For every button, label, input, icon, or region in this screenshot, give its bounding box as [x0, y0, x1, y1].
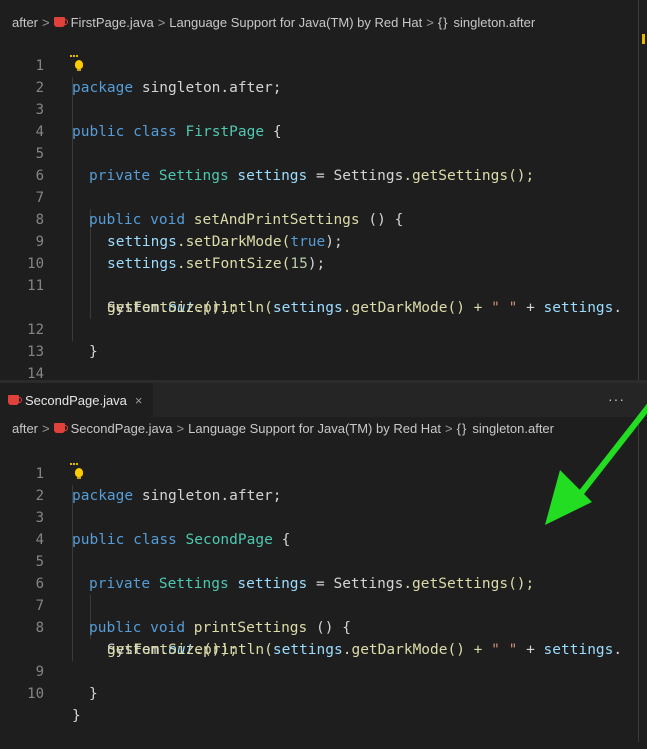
breadcrumb-file[interactable]: SecondPage.java	[71, 421, 173, 436]
code-line: 10	[0, 231, 647, 272]
code-line: 13	[0, 319, 647, 360]
code-line: 7 public void setAndPrintSettings () {	[0, 165, 647, 228]
lightbulb-icon[interactable]	[75, 468, 83, 479]
breadcrumb-separator: >	[42, 14, 50, 30]
close-icon[interactable]: ×	[135, 393, 143, 408]
tab-secondpage[interactable]: SecondPage.java ×	[0, 383, 153, 417]
code-line: 7 public void printSettings () {	[0, 573, 647, 636]
code-line: 8 System.out.println(settings.getDarkMod…	[0, 595, 647, 658]
code-line: 6	[0, 551, 647, 592]
line-number: 10	[27, 686, 44, 702]
editor-pane-firstpage: after > FirstPage.java > Language Suppor…	[0, 0, 647, 404]
code-line: 1 package singleton.after;	[0, 33, 647, 96]
code-line-wrap: getFontSize());	[0, 275, 647, 316]
breadcrumb-folder[interactable]: after	[12, 421, 38, 436]
breadcrumb-symbol[interactable]: singleton.after	[454, 15, 536, 30]
code-line: 4	[0, 507, 647, 548]
breadcrumb-separator: >	[176, 420, 185, 436]
namespace-brace-icon: {}	[456, 420, 468, 436]
breadcrumb-separator: >	[157, 14, 166, 30]
more-actions-icon[interactable]: ···	[608, 391, 625, 407]
code-editor[interactable]: 1 package singleton.after; 2 3 public cl…	[0, 33, 647, 404]
java-file-icon	[53, 423, 68, 433]
breadcrumb-separator: >	[426, 14, 434, 30]
warning-squiggle	[70, 460, 78, 465]
warning-squiggle	[70, 52, 78, 57]
scrollbar[interactable]	[638, 0, 639, 380]
code-line-wrap: getFontSize());	[0, 617, 647, 658]
code-line: 2	[0, 460, 647, 504]
tab-label: SecondPage.java	[25, 392, 127, 408]
breadcrumb: after > SecondPage.java > Language Suppo…	[0, 417, 647, 439]
code-line: 5 private Settings settings = Settings.g…	[0, 529, 647, 592]
brace: }	[72, 708, 81, 724]
scrollbar[interactable]	[638, 417, 639, 742]
code-line: 11 System.out.println(settings.getDarkMo…	[0, 253, 647, 316]
breadcrumb-folder[interactable]: after	[12, 15, 38, 30]
code-line: 5 private Settings settings = Settings.g…	[0, 121, 647, 184]
code-editor[interactable]: 1 package singleton.after; 2 3 public cl…	[0, 441, 647, 724]
code-line: 14 }	[0, 341, 647, 404]
tab-bar: SecondPage.java × ···	[0, 383, 647, 417]
editor-pane-secondpage: SecondPage.java × ··· after > SecondPage…	[0, 383, 647, 742]
code-line: 9 settings.setFontSize(15);	[0, 209, 647, 272]
breadcrumb-file[interactable]: FirstPage.java	[71, 15, 154, 30]
code-line: 3 public class SecondPage {	[0, 485, 647, 548]
code-line: 12 }	[0, 297, 647, 360]
breadcrumb-extension[interactable]: Language Support for Java(TM) by Red Hat	[188, 421, 441, 436]
scrollbar-warning-marker	[642, 34, 645, 44]
code-line: 3 public class FirstPage {	[0, 77, 647, 140]
breadcrumb-symbol[interactable]: singleton.after	[472, 421, 554, 436]
breadcrumb-separator: >	[42, 420, 50, 436]
code-line: 9 }	[0, 639, 647, 702]
lightbulb-icon[interactable]	[75, 60, 83, 71]
code-line: 8 settings.setDarkMode(true);	[0, 187, 647, 250]
code-line: 2	[0, 52, 647, 96]
breadcrumb-extension[interactable]: Language Support for Java(TM) by Red Hat	[169, 15, 422, 30]
breadcrumb: after > FirstPage.java > Language Suppor…	[0, 11, 647, 33]
namespace-brace-icon: {}	[437, 14, 449, 30]
java-file-icon	[8, 395, 22, 405]
code-line: 1 package singleton.after;	[0, 441, 647, 504]
breadcrumb-separator: >	[445, 420, 453, 436]
code-line: 6	[0, 143, 647, 184]
code-line: 4	[0, 99, 647, 140]
code-line: 10 }	[0, 661, 647, 724]
brace: }	[89, 686, 98, 702]
java-file-icon	[53, 17, 68, 27]
